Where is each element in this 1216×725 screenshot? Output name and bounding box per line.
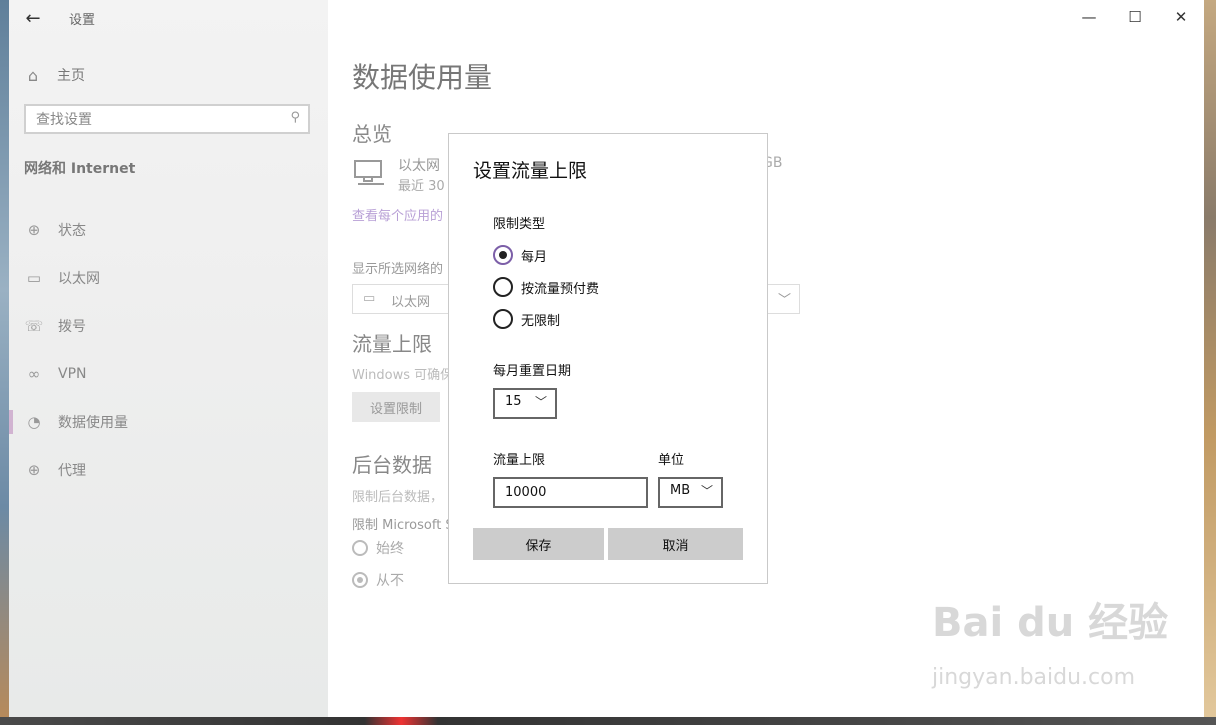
radio-label: 无限制: [521, 313, 561, 329]
vpn-icon: ∞: [27, 365, 41, 383]
limit-input[interactable]: [493, 477, 648, 508]
limit-description: Windows 可确保: [352, 368, 454, 383]
sidebar-item-label: 代理: [58, 463, 86, 479]
reset-day-label: 每月重置日期: [493, 364, 572, 379]
sidebar-item-label: 主页: [57, 68, 85, 84]
radio-monthly[interactable]: 每月: [493, 245, 547, 265]
radio-unlimited[interactable]: 无限制: [493, 309, 560, 329]
sidebar-item-proxy[interactable]: ⊕ 代理: [9, 446, 328, 494]
radio-circle[interactable]: [352, 572, 368, 588]
show-network-label: 显示所选网络的: [352, 262, 444, 277]
globe-icon: ⊕: [27, 461, 41, 479]
reset-day-dropdown[interactable]: 15 ﹀: [493, 388, 557, 419]
radio-label: 从不: [376, 573, 404, 589]
background-data-heading: 后台数据: [352, 453, 432, 477]
ethernet-icon: ▭: [363, 291, 376, 306]
sidebar-item-home[interactable]: ⌂ 主页: [23, 62, 85, 88]
sidebar-item-label: 状态: [58, 223, 86, 239]
radio-circle[interactable]: [493, 245, 513, 265]
radio-prepaid[interactable]: 按流量预付费: [493, 277, 599, 297]
search-box: ⚲: [24, 104, 310, 134]
search-input[interactable]: [26, 106, 278, 134]
watermark-logo: Bai du 经验: [932, 600, 1169, 646]
radio-circle[interactable]: [352, 540, 368, 556]
radio-circle[interactable]: [493, 309, 513, 329]
sidebar-item-label: 数据使用量: [58, 415, 128, 431]
limit-type-label: 限制类型: [493, 217, 546, 232]
overview-heading: 总览: [352, 122, 392, 146]
dialog-title: 设置流量上限: [473, 160, 588, 182]
sidebar-item-vpn[interactable]: ∞ VPN: [9, 350, 328, 398]
sidebar-item-ethernet[interactable]: ▭ 以太网: [9, 254, 328, 302]
ethernet-name: 以太网: [398, 158, 440, 174]
sidebar-item-label: VPN: [58, 366, 87, 382]
radio-label: 始终: [376, 541, 404, 557]
search-icon[interactable]: ⚲: [290, 110, 300, 125]
desktop-background-left: [0, 0, 9, 725]
sidebar-item-label: 以太网: [58, 271, 100, 287]
radio-always[interactable]: 始终: [352, 538, 404, 558]
chevron-down-icon: ﹀: [700, 484, 713, 498]
radio-never[interactable]: 从不: [352, 570, 404, 590]
unit-label: 单位: [658, 453, 685, 468]
back-arrow-icon[interactable]: ←: [21, 6, 45, 30]
sidebar-item-label: 拨号: [58, 319, 86, 335]
close-icon[interactable]: ✕: [1158, 0, 1204, 34]
ethernet-icon: [354, 160, 384, 185]
radio-circle[interactable]: [493, 277, 513, 297]
sidebar-item-data-usage[interactable]: ◔ 数据使用量: [9, 398, 328, 446]
dialup-icon: ☏: [24, 317, 44, 335]
unit-dropdown[interactable]: MB ﹀: [658, 477, 723, 508]
background-limit-label: 限制 Microsoft S: [352, 518, 454, 533]
sidebar-nav: ⊕ 状态 ▭ 以太网 ☏ 拨号 ∞ VPN ◔ 数据使用量 ⊕ 代理: [9, 206, 328, 494]
watermark-url: jingyan.baidu.com: [932, 665, 1136, 690]
sidebar-item-status[interactable]: ⊕ 状态: [9, 206, 328, 254]
home-icon: ⌂: [27, 65, 39, 85]
maximize-icon[interactable]: ☐: [1112, 0, 1158, 34]
taskbar-edge: [0, 717, 1216, 725]
globe-icon: ⊕: [27, 221, 41, 239]
set-limit-button[interactable]: 设置限制: [352, 392, 440, 422]
save-button[interactable]: 保存: [473, 528, 604, 560]
page-title: 数据使用量: [352, 61, 493, 94]
reset-day-value: 15: [505, 394, 522, 409]
cancel-button[interactable]: 取消: [608, 528, 743, 560]
limit-label: 流量上限: [493, 453, 546, 468]
chevron-down-icon: ﹀: [777, 293, 791, 308]
sidebar: ← 设置 ⌂ 主页 ⚲ 网络和 Internet ⊕ 状态 ▭ 以太网 ☏ 拨号: [9, 0, 328, 717]
radio-label: 按流量预付费: [521, 281, 600, 297]
minimize-icon[interactable]: —: [1066, 0, 1112, 34]
ethernet-subtitle: 最近 30: [398, 179, 445, 194]
desktop-background-right: [1204, 0, 1216, 725]
limit-heading: 流量上限: [352, 332, 432, 356]
section-title: 网络和 Internet: [24, 161, 136, 177]
pie-icon: ◔: [27, 413, 41, 431]
radio-label: 每月: [521, 249, 548, 265]
set-limit-dialog: 设置流量上限 限制类型 每月 按流量预付费 无限制 每月重置日期 15 ﹀ 流量…: [448, 133, 768, 584]
chevron-down-icon: ﹀: [534, 395, 547, 409]
window-controls: — ☐ ✕: [1066, 0, 1204, 34]
background-data-description: 限制后台数据，: [352, 490, 444, 505]
apps-usage-link[interactable]: 查看每个应用的: [352, 205, 443, 224]
network-select-value: 以太网: [391, 295, 431, 310]
ethernet-icon: ▭: [26, 269, 42, 287]
window-title: 设置: [69, 13, 96, 28]
sidebar-item-dialup[interactable]: ☏ 拨号: [9, 302, 328, 350]
unit-value: MB: [670, 483, 691, 498]
